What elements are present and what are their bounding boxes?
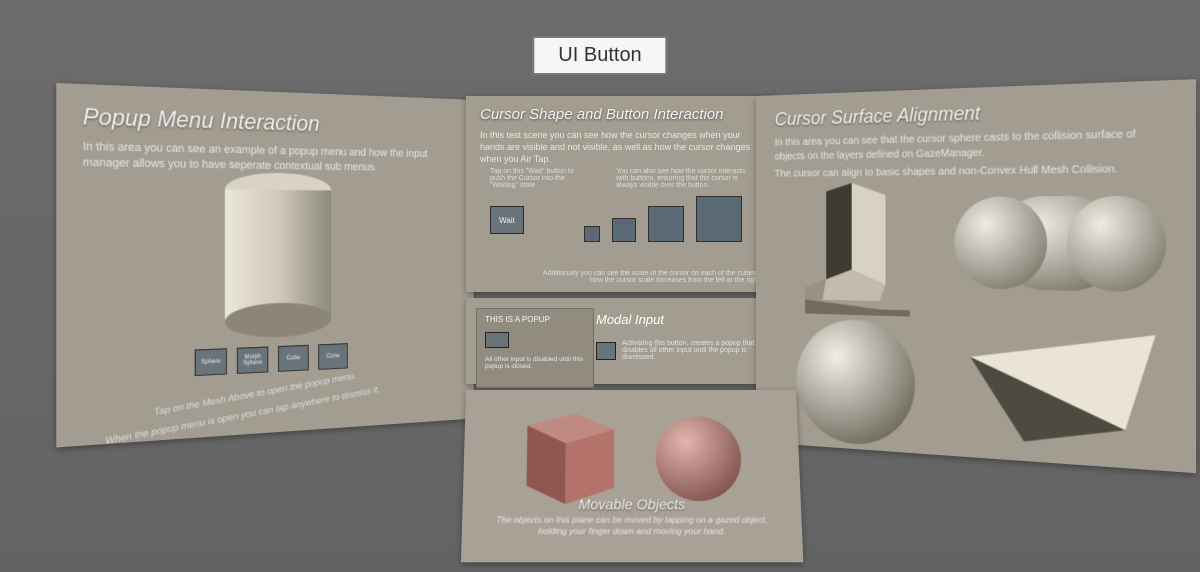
submenu-btn-2[interactable]: Cube xyxy=(278,345,309,372)
shape-capsule[interactable] xyxy=(949,182,1172,312)
open-modal-button[interactable] xyxy=(596,342,616,360)
panel-title: Cursor Shape and Button Interaction xyxy=(480,106,762,123)
popup-title: THIS IS A POPUP xyxy=(485,315,585,324)
panel-cursor-alignment: Cursor Surface Alignment In this area yo… xyxy=(756,79,1196,473)
submenu-btn-1[interactable]: Morph Sphere xyxy=(237,346,268,374)
popup-close-button[interactable] xyxy=(485,332,509,348)
scale-cube-1[interactable] xyxy=(584,226,600,242)
hint-text: Tap on this "Wait" button to push the Cu… xyxy=(490,168,576,189)
modal-note: Activating this button, creates a popup … xyxy=(622,340,772,361)
panel-title: Cursor Surface Alignment xyxy=(775,96,1172,131)
scene-3d-viewport[interactable]: UI Button Popup Menu Interaction In this… xyxy=(0,0,1200,572)
scale-cube-4[interactable] xyxy=(696,196,742,242)
ui-button[interactable]: UI Button xyxy=(532,36,667,75)
panel-body: The cursor can align to basic shapes and… xyxy=(775,162,1172,182)
scale-cube-3[interactable] xyxy=(648,206,684,242)
modal-description: Modal Input Activating this button, crea… xyxy=(596,312,664,333)
panel-title: Popup Menu Interaction xyxy=(83,103,453,140)
footnote-text: Additionally you can see the scale of th… xyxy=(542,270,762,284)
panel-cursor-shape: Cursor Shape and Button Interaction In t… xyxy=(466,96,776,292)
submenu-btn-3[interactable]: Cone xyxy=(318,343,348,370)
submenu-btn-0[interactable]: Sphere xyxy=(195,348,227,376)
panel-body: In this area you can see that the cursor… xyxy=(775,126,1172,163)
demo-mesh-cylinder[interactable] xyxy=(205,171,350,345)
popup-preview: THIS IS A POPUP All other input is disab… xyxy=(476,308,594,388)
shape-pyramid[interactable] xyxy=(960,318,1161,465)
movable-cube[interactable] xyxy=(503,400,626,516)
modal-title: Modal Input xyxy=(596,312,664,327)
panel-movable-objects: Movable Objects The objects on this plan… xyxy=(461,390,803,562)
panel-popup-menu: Popup Menu Interaction In this area you … xyxy=(56,83,473,447)
popup-note: All other input is disabled until this p… xyxy=(485,356,585,370)
popup-submenu-row: Sphere Morph Sphere Cube Cone xyxy=(195,343,348,376)
shape-sphere[interactable] xyxy=(792,313,920,459)
shape-prism[interactable] xyxy=(794,180,923,322)
hint-text: You can also see how the cursor interact… xyxy=(616,168,756,189)
scale-cube-2[interactable] xyxy=(612,218,636,242)
panel-body: The objects on this plane can be moved b… xyxy=(493,514,772,538)
panel-body: In this area you can see an example of a… xyxy=(83,139,453,176)
panel-body: In this test scene you can see how the c… xyxy=(480,129,762,165)
wait-button[interactable]: Wait xyxy=(490,206,524,234)
panel-modal-input: THIS IS A POPUP All other input is disab… xyxy=(466,298,776,384)
cursor-scale-cubes xyxy=(584,196,742,242)
movable-sphere[interactable] xyxy=(652,414,745,510)
